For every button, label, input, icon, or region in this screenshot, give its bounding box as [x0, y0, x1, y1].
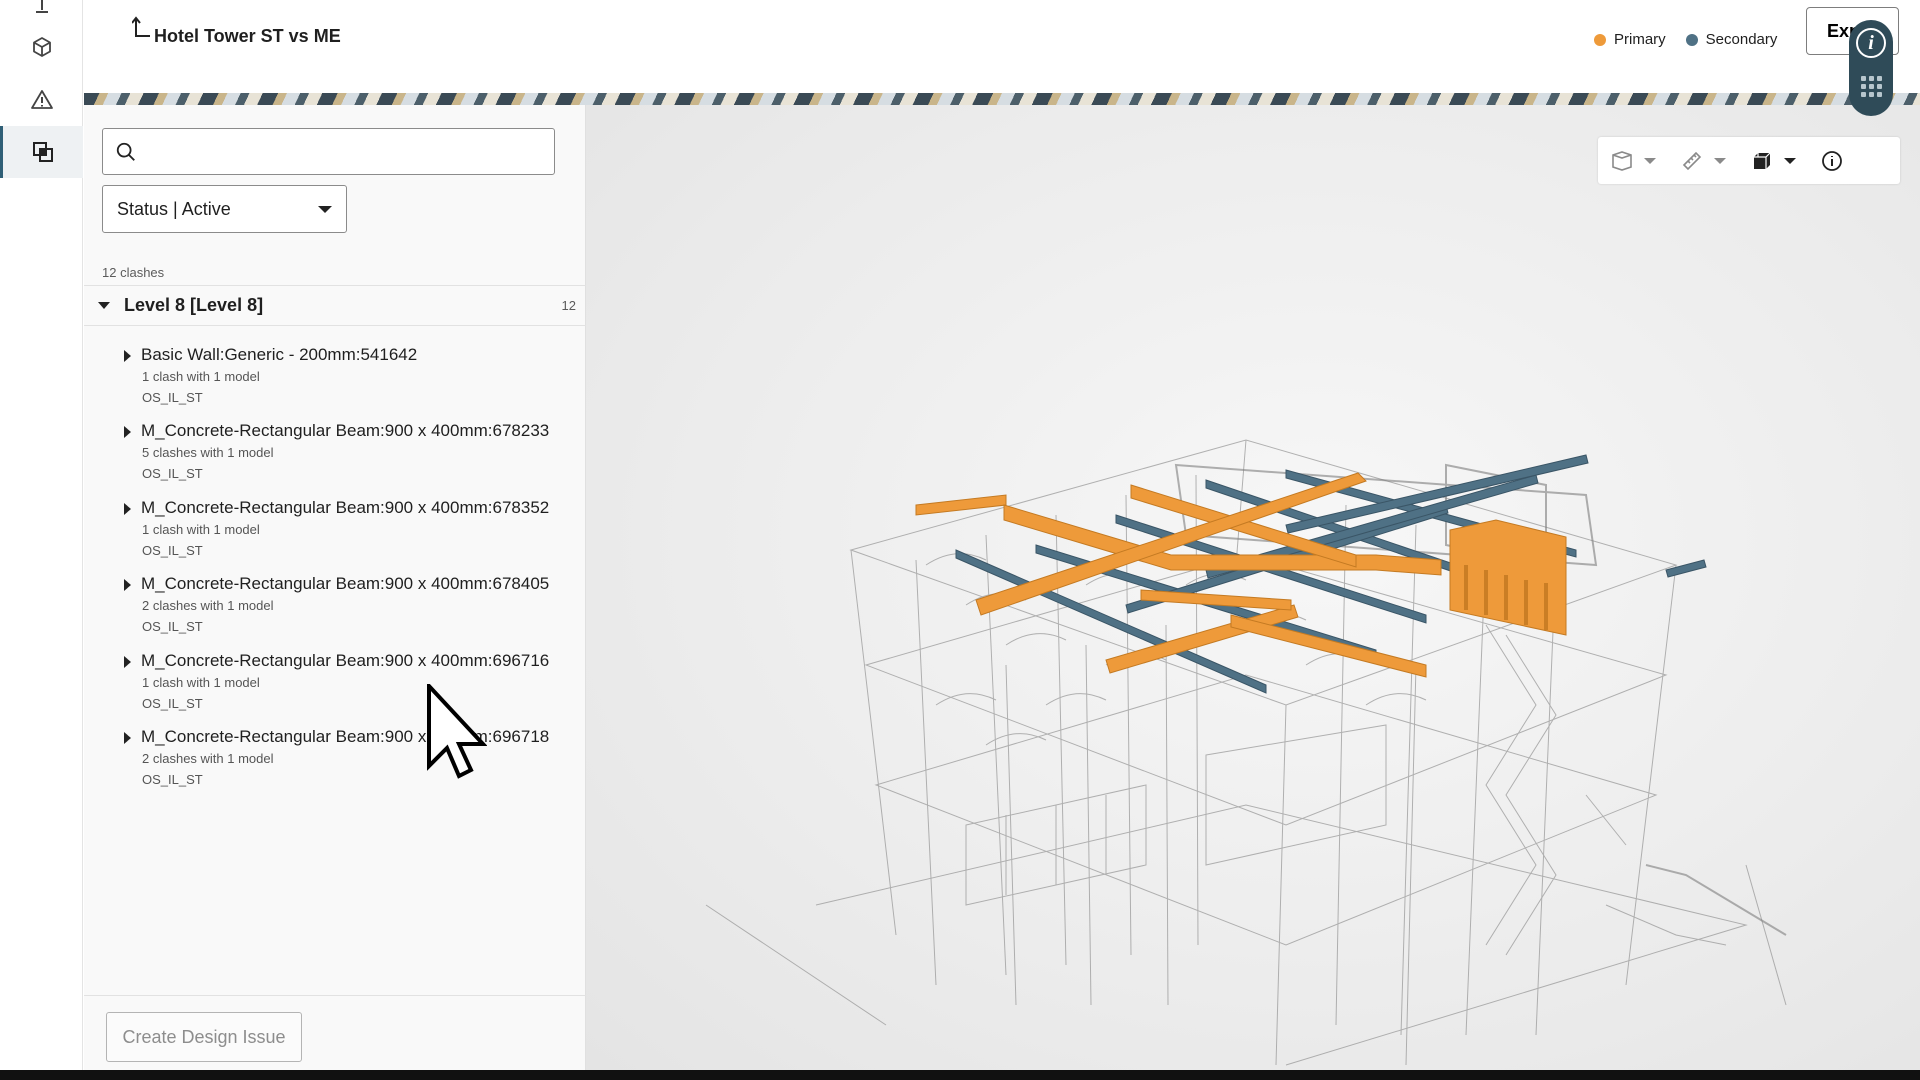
item-clash-summary: 1 clash with 1 model: [142, 675, 260, 690]
clash-panel: Status | Active 12 clashes Level 8 [Leve…: [84, 105, 586, 1070]
decorative-banner: [84, 93, 1920, 105]
chevron-down-icon: [1784, 157, 1796, 164]
info-button[interactable]: [1808, 137, 1856, 184]
cube-icon[interactable]: [0, 21, 83, 73]
item-model: OS_IL_ST: [142, 390, 203, 405]
divider: [84, 325, 586, 326]
legend-label: Secondary: [1705, 31, 1778, 48]
collapse-caret-icon[interactable]: [98, 301, 110, 309]
panel-footer: Create Design Issue: [84, 995, 586, 1070]
list-item[interactable]: M_Concrete-Rectangular Beam:900 x 400mm:…: [124, 498, 584, 570]
expand-caret-icon[interactable]: [124, 656, 131, 668]
list-item[interactable]: M_Concrete-Rectangular Beam:900 x 400mm:…: [124, 574, 584, 646]
item-clash-summary: 1 clash with 1 model: [142, 369, 260, 384]
header: Hotel Tower ST vs ME Primary Secondary E…: [84, 0, 1920, 93]
search-input[interactable]: [145, 142, 545, 161]
page-title: Hotel Tower ST vs ME: [154, 26, 341, 46]
list-item[interactable]: M_Concrete-Rectangular Beam:900 x 400mm:…: [124, 421, 584, 493]
clash-overlap-icon[interactable]: [0, 126, 83, 178]
bottom-bar: [0, 1070, 1920, 1080]
primary-dot-icon: [1594, 33, 1606, 46]
status-filter-dropdown[interactable]: Status | Active: [102, 185, 347, 233]
status-filter-value: Status | Active: [117, 198, 231, 219]
chevron-down-icon: [1714, 157, 1726, 164]
item-clash-summary: 2 clashes with 1 model: [142, 751, 274, 766]
expand-caret-icon[interactable]: [124, 426, 131, 438]
list-item[interactable]: M_Concrete-Rectangular Beam:900 x 400mm:…: [124, 651, 584, 723]
group-count: 12: [561, 297, 576, 313]
item-clash-summary: 2 clashes with 1 model: [142, 598, 274, 613]
model-viewer[interactable]: [586, 105, 1920, 1070]
item-name: M_Concrete-Rectangular Beam:900 x 400mm:…: [141, 498, 550, 517]
item-name: Basic Wall:Generic - 200mm:541642: [141, 345, 418, 364]
item-name: M_Concrete-Rectangular Beam:900 x 400mm:…: [141, 421, 550, 440]
section-box-icon: [1612, 150, 1632, 171]
chevron-down-icon: [1644, 157, 1656, 164]
expand-caret-icon[interactable]: [124, 350, 131, 362]
secondary-dot-icon: [1685, 33, 1698, 46]
building-model-render[interactable]: [586, 105, 1920, 1070]
mouse-pointer-icon: [427, 680, 488, 785]
item-model: OS_IL_ST: [142, 543, 203, 558]
item-clash-summary: 1 clash with 1 model: [142, 522, 260, 537]
item-model: OS_IL_ST: [142, 466, 203, 481]
item-clash-summary: 5 clashes with 1 model: [142, 445, 274, 460]
expand-caret-icon[interactable]: [124, 732, 131, 744]
warning-icon[interactable]: [0, 74, 83, 126]
expand-caret-icon[interactable]: [124, 503, 131, 515]
return-arrow-icon[interactable]: [131, 16, 152, 44]
item-model: OS_IL_ST: [142, 696, 203, 711]
item-name: M_Concrete-Rectangular Beam:900 x 400mm:…: [141, 727, 550, 746]
legend-primary: Primary: [1594, 31, 1666, 48]
item-name: M_Concrete-Rectangular Beam:900 x 400mm:…: [141, 574, 550, 593]
help-assistant-widget[interactable]: i: [1849, 20, 1893, 116]
keypad-icon[interactable]: [1860, 76, 1882, 97]
help-info-icon[interactable]: i: [1856, 28, 1886, 58]
clash-count: 12 clashes: [102, 265, 165, 280]
item-name: M_Concrete-Rectangular Beam:900 x 400mm:…: [141, 651, 550, 670]
section-box-button[interactable]: [1598, 137, 1668, 184]
create-design-issue-button[interactable]: Create Design Issue: [106, 1012, 302, 1062]
legend-label: Primary: [1614, 31, 1666, 48]
item-model: OS_IL_ST: [142, 619, 203, 634]
viewer-toolbar: [1598, 137, 1900, 184]
icon-rail: [0, 0, 83, 1070]
measure-ruler-icon: [1682, 151, 1702, 170]
search-icon: [116, 142, 135, 161]
expand-caret-icon[interactable]: [124, 579, 131, 591]
chevron-down-icon: [318, 205, 332, 213]
item-model: OS_IL_ST: [142, 772, 203, 787]
app-root: Hotel Tower ST vs ME Primary Secondary E…: [0, 0, 1920, 1080]
legend: Primary Secondary: [1594, 31, 1777, 48]
back-link[interactable]: Hotel Tower ST vs ME: [131, 16, 341, 47]
info-icon: [1822, 150, 1842, 171]
view-cube-button[interactable]: [1738, 137, 1808, 184]
list-item[interactable]: Basic Wall:Generic - 200mm:541642 1 clas…: [124, 345, 584, 417]
group-label: Level 8 [Level 8]: [124, 294, 264, 315]
group-level-8[interactable]: Level 8 [Level 8] 12: [84, 285, 586, 325]
legend-secondary: Secondary: [1685, 31, 1778, 48]
list-item[interactable]: M_Concrete-Rectangular Beam:900 x 400mm:…: [124, 727, 584, 799]
view-cube-icon: [1754, 152, 1771, 169]
measure-button[interactable]: [1668, 137, 1738, 184]
search-box[interactable]: [102, 128, 555, 175]
